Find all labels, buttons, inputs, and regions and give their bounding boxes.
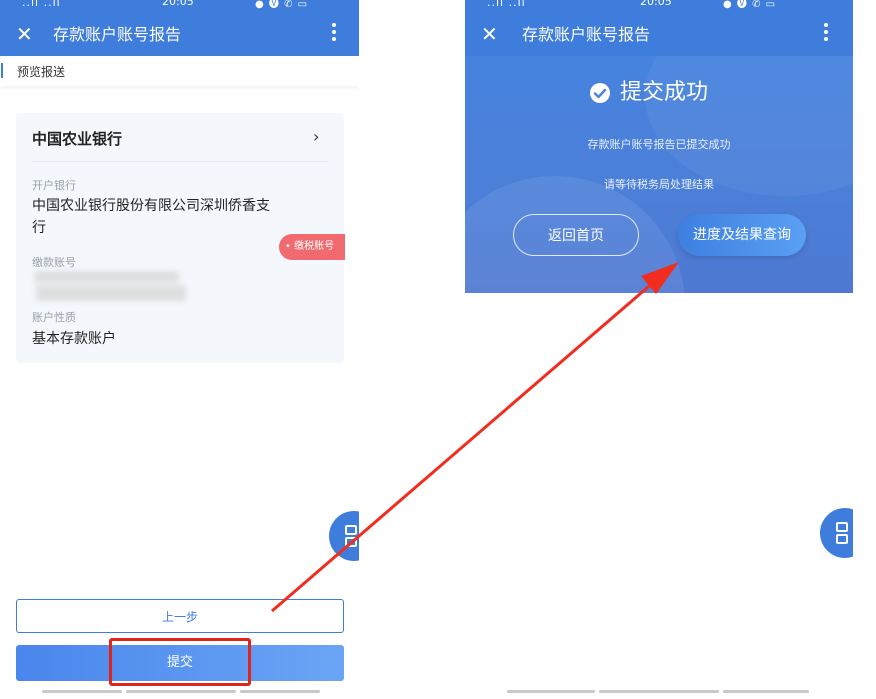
annotation-arrow [271,262,679,613]
arrow-line [271,279,656,613]
